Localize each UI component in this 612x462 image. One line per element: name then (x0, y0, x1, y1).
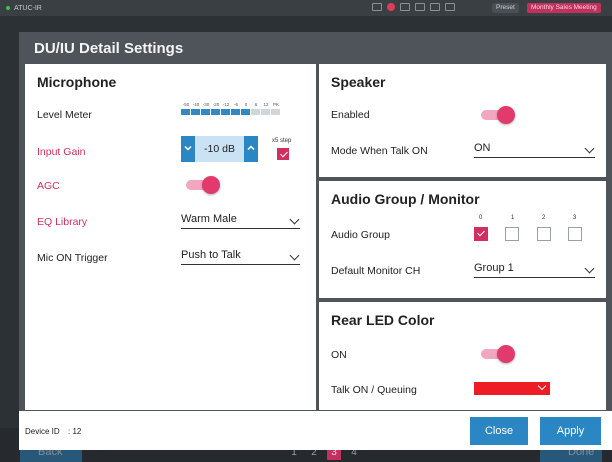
toggle-thumb (497, 106, 515, 124)
audio-group-1-checkbox[interactable] (505, 227, 519, 241)
meter-scale-tick: -50 (182, 102, 190, 107)
mode-when-talk-on-select[interactable]: ON (474, 142, 595, 158)
mic-on-trigger-label: Mic ON Trigger (37, 252, 108, 264)
speaker-enabled-toggle[interactable] (481, 106, 515, 124)
meter-segment (251, 109, 260, 115)
chevron-down-icon (537, 381, 547, 391)
eq-library-value: Warm Male (181, 213, 237, 225)
default-monitor-ch-value: Group 1 (474, 262, 514, 274)
channel-label: 1 (511, 215, 515, 221)
talk-on-color-select[interactable] (474, 381, 550, 395)
rear-led-title: Rear LED Color (331, 312, 435, 328)
app-title-bar: ATUC-IR (0, 0, 612, 16)
meter-segment (231, 109, 240, 115)
led-on-toggle[interactable] (481, 345, 515, 363)
apply-button[interactable]: Apply (540, 417, 601, 445)
x5-step-checkbox[interactable] (277, 148, 289, 160)
gain-down-button[interactable] (181, 136, 195, 162)
audio-group-3-checkbox[interactable] (568, 227, 582, 241)
speaker-title: Speaker (331, 74, 386, 90)
audio-group-label: Audio Group (331, 229, 390, 241)
gain-up-button[interactable] (244, 136, 258, 162)
toggle-thumb (497, 345, 515, 363)
eq-library-label: EQ Library (37, 216, 88, 228)
input-gain-label: Input Gain (37, 146, 86, 158)
signal-icon (430, 3, 440, 11)
speaker-enabled-label: Enabled (331, 109, 370, 121)
eq-library-select[interactable]: Warm Male (181, 213, 300, 229)
meeting-selector[interactable]: Monthly Sales Meeting (527, 3, 601, 13)
chevron-down-icon (584, 143, 595, 154)
meter-scale-tick: -20 (212, 102, 220, 107)
meter-segment (181, 109, 190, 115)
mic-on-trigger-select[interactable]: Push to Talk (181, 249, 300, 265)
meter-scale-tick: -30 (202, 102, 210, 107)
channel-label: 2 (542, 215, 546, 221)
agc-label: AGC (37, 180, 60, 192)
audio-group-0-checkbox[interactable] (474, 227, 488, 241)
audio-group-title: Audio Group / Monitor (331, 191, 480, 207)
meter-scale-tick: PK (272, 102, 279, 107)
meter-scale-tick: 6 (254, 102, 258, 107)
mic-on-trigger-value: Push to Talk (181, 249, 241, 261)
status-dot-icon (6, 6, 10, 10)
meter-scale: -50 -40 -30 -20 -12 -6 0 6 12 PK (181, 102, 281, 107)
device-id-value: : 12 (68, 427, 82, 436)
app-title: ATUC-IR (14, 4, 42, 12)
chevron-down-icon (184, 146, 192, 151)
microphone-title: Microphone (37, 74, 117, 90)
record-icon (387, 3, 395, 11)
meter-scale-tick: -6 (233, 102, 238, 107)
meter-segment (191, 109, 200, 115)
channel-label: 3 (573, 215, 577, 221)
meter-segment (211, 109, 220, 115)
meter-scale-tick: 0 (244, 102, 248, 107)
meter-scale-tick: -12 (222, 102, 230, 107)
chevron-down-icon (289, 214, 300, 225)
talk-on-queuing-label: Talk ON / Queuing (331, 384, 417, 396)
level-meter-label: Level Meter (37, 109, 92, 121)
dialog-title: DU/IU Detail Settings (34, 40, 184, 57)
meter-segment (201, 109, 210, 115)
mode-when-talk-on-value: ON (474, 142, 491, 154)
close-button[interactable]: Close (470, 417, 528, 445)
level-meter (181, 109, 280, 115)
chevron-down-icon (584, 263, 595, 274)
device-id-label: Device ID (25, 427, 60, 436)
meter-segment (241, 109, 250, 115)
mode-when-talk-on-label: Mode When Talk ON (331, 145, 428, 157)
meter-segment (271, 109, 280, 115)
led-on-label: ON (331, 349, 347, 361)
chevron-down-icon (289, 250, 300, 261)
agc-toggle[interactable] (186, 176, 220, 194)
network-icon (372, 3, 382, 11)
dialog-footer: Device ID : 12 Close Apply (19, 411, 612, 450)
audio-group-2-checkbox[interactable] (537, 227, 551, 241)
meter-scale-tick: 12 (263, 102, 269, 107)
default-monitor-ch-label: Default Monitor CH (331, 265, 421, 277)
meter-scale-tick: -40 (192, 102, 200, 107)
mic-mute-icon (400, 3, 410, 11)
default-monitor-ch-select[interactable]: Group 1 (474, 262, 595, 278)
speaker-mute-icon (415, 3, 425, 11)
input-gain-value: -10 dB (195, 136, 244, 162)
meter-segment (221, 109, 230, 115)
meter-segment (261, 109, 270, 115)
x5-step-label: x5 step (272, 138, 292, 144)
status-icons (372, 3, 455, 11)
channel-label: 0 (479, 215, 483, 221)
battery-icon (445, 3, 455, 11)
preset-button[interactable]: Preset (492, 3, 519, 13)
chevron-up-icon (247, 145, 255, 151)
toggle-thumb (202, 176, 220, 194)
